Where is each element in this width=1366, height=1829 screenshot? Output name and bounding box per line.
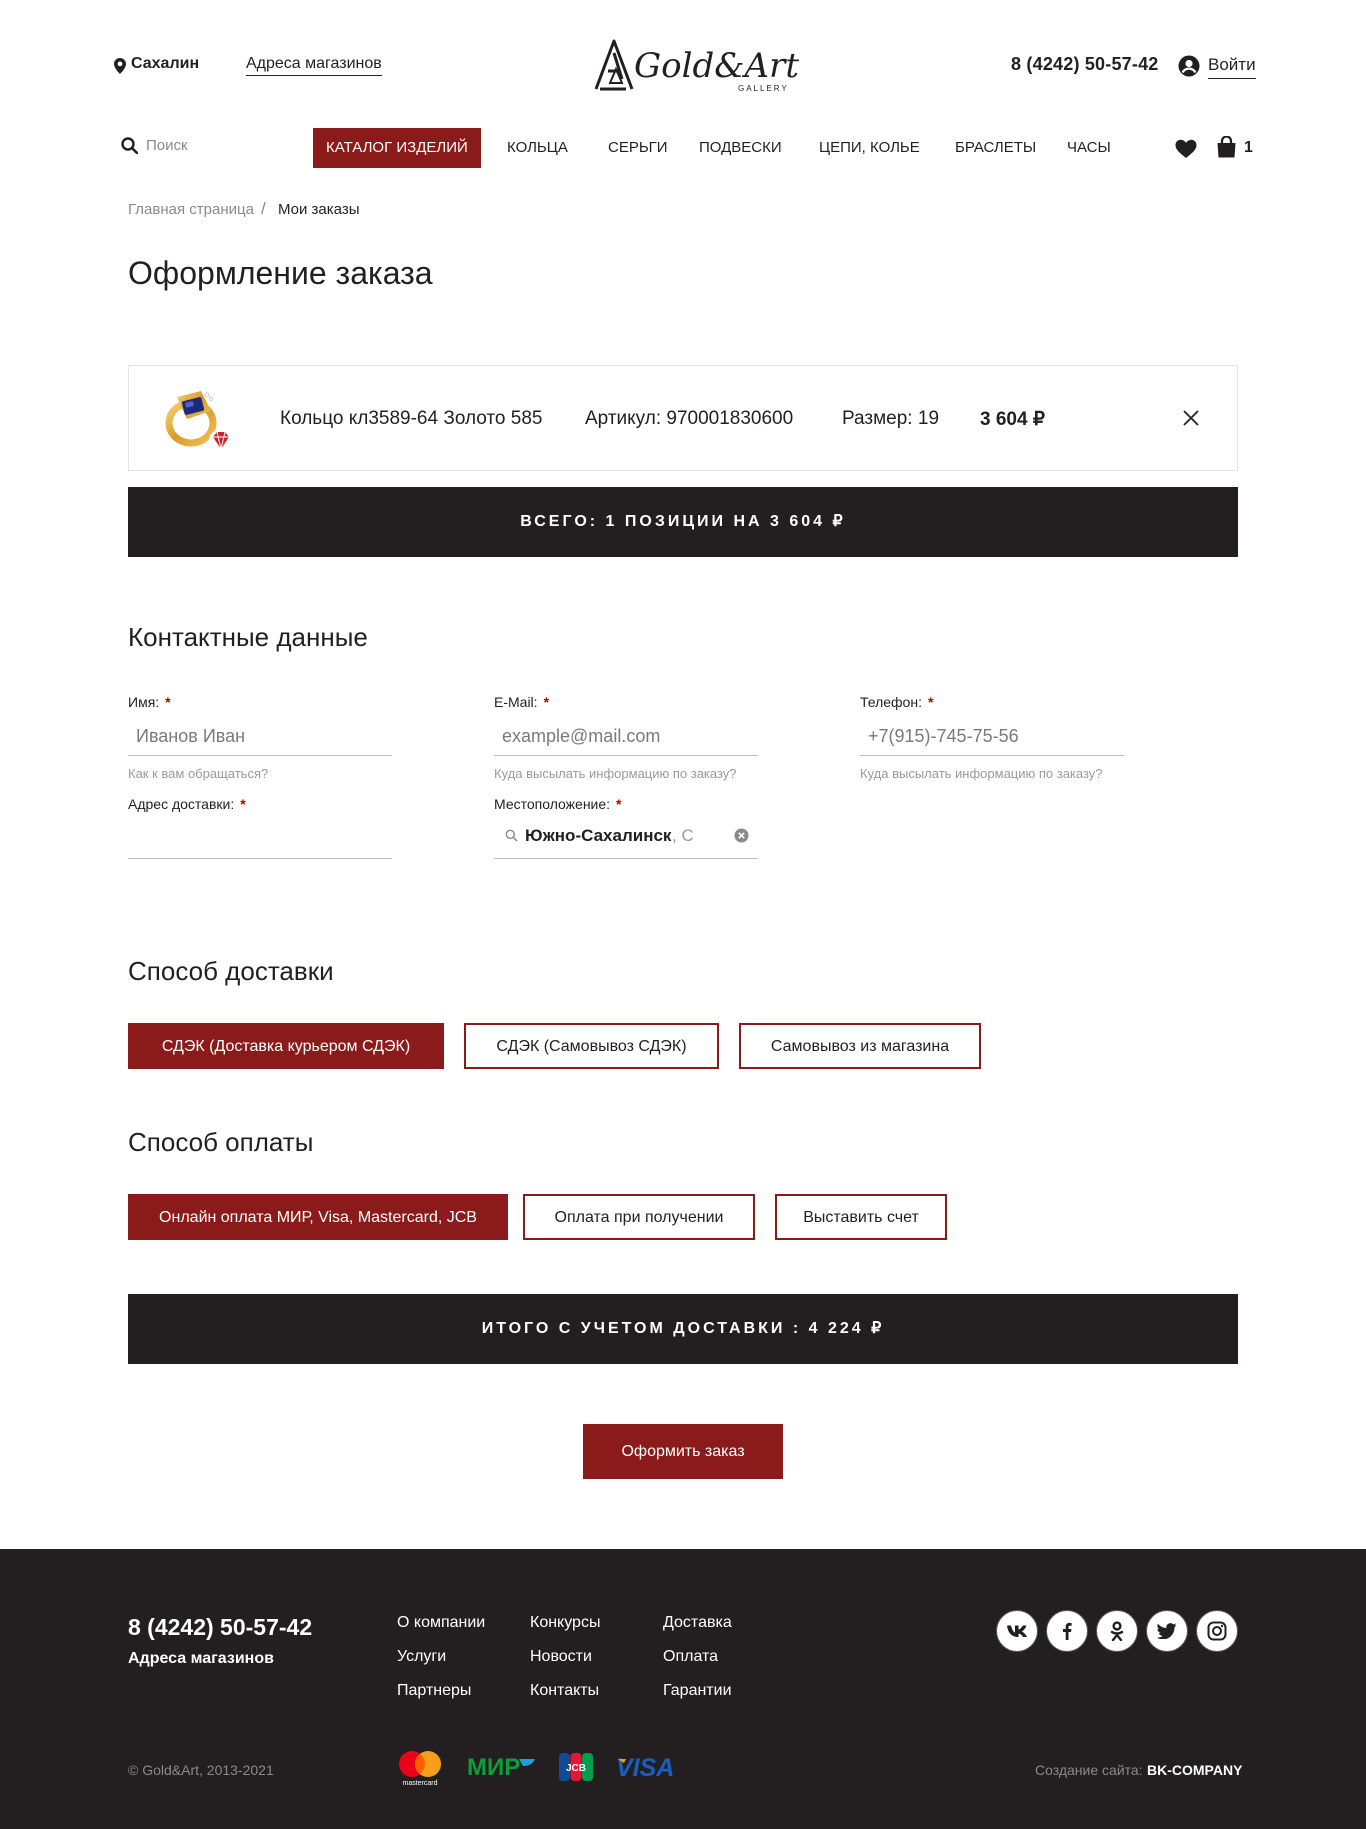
search-icon xyxy=(505,829,518,842)
name-label: Имя: * xyxy=(128,694,171,710)
email-field[interactable] xyxy=(494,718,758,756)
shopping-bag-icon[interactable] xyxy=(1216,136,1237,158)
footer-link-warranty[interactable]: Гарантии xyxy=(663,1682,732,1700)
vk-icon[interactable] xyxy=(996,1610,1038,1652)
copyright: © Gold&Art, 2013-2021 xyxy=(128,1762,274,1778)
name-field[interactable] xyxy=(128,718,392,756)
footer-link-contests[interactable]: Конкурсы xyxy=(530,1614,600,1632)
svg-text:Gold&Art: Gold&Art xyxy=(634,46,799,86)
footer-link-partners[interactable]: Партнеры xyxy=(397,1682,471,1700)
close-icon[interactable] xyxy=(1182,409,1200,427)
stores-link[interactable]: Адреса магазинов xyxy=(246,55,382,76)
contacts-title: Контактные данные xyxy=(128,622,368,652)
svg-text:МИР: МИР xyxy=(467,1755,520,1779)
svg-text:VISA: VISA xyxy=(616,1755,674,1779)
nav-pendants[interactable]: ПОДВЕСКИ xyxy=(699,128,782,168)
footer-link-payment[interactable]: Оплата xyxy=(663,1648,718,1666)
delivery-title: Способ доставки xyxy=(128,956,334,986)
delivery-option-store-pickup[interactable]: Самовывоз из магазина xyxy=(739,1023,981,1069)
search-input[interactable] xyxy=(146,137,296,154)
payment-title: Способ оплаты xyxy=(128,1127,314,1157)
clear-icon[interactable] xyxy=(734,828,749,843)
breadcrumb-separator: / xyxy=(261,199,266,218)
phone-field[interactable] xyxy=(860,718,1124,756)
svg-text:JCB: JCB xyxy=(566,1763,586,1774)
item-size-value: 19 xyxy=(917,408,940,429)
odnoklassniki-icon[interactable] xyxy=(1096,1610,1138,1652)
cart-count: 1 xyxy=(1244,139,1253,156)
email-hint: Куда высылать информацию по заказу? xyxy=(494,766,737,781)
cart-total-bar: ВСЕГО: 1 ПОЗИЦИИ НА 3 604 ₽ xyxy=(128,487,1238,557)
visa-logo: VISA xyxy=(616,1755,674,1779)
svg-text:GALLERY: GALLERY xyxy=(738,84,789,93)
header-phone[interactable]: 8 (4242) 50-57-42 xyxy=(1011,54,1159,75)
nav-earrings[interactable]: СЕРЬГИ xyxy=(608,128,668,168)
city-selector[interactable]: Сахалин xyxy=(131,55,199,73)
footer-stores-link[interactable]: Адреса магазинов xyxy=(128,1650,274,1668)
developer-link[interactable]: BK-COMPANY xyxy=(1147,1762,1242,1778)
item-sku: Артикул: 970001830600 xyxy=(585,408,794,429)
footer-link-contacts[interactable]: Контакты xyxy=(530,1682,599,1700)
delivery-option-pickup-point[interactable]: СДЭК (Самовывоз СДЭК) xyxy=(464,1023,719,1069)
address-field[interactable] xyxy=(128,821,392,859)
location-value-hint: , С xyxy=(672,826,694,845)
nav-rings[interactable]: КОЛЬЦА xyxy=(507,128,568,168)
gold-art-logo[interactable]: Gold&Art GALLERY xyxy=(588,33,808,95)
instagram-icon[interactable] xyxy=(1196,1610,1238,1652)
location-pin-icon xyxy=(114,58,126,74)
mastercard-logo: mastercard xyxy=(399,1751,441,1787)
item-size: Размер: 19 xyxy=(842,408,939,430)
search-icon[interactable] xyxy=(121,137,138,154)
delivery-option-courier[interactable]: СДЭК (Доставка курьером СДЭК) xyxy=(128,1023,444,1069)
nav-bracelets[interactable]: БРАСЛЕТЫ xyxy=(955,128,1036,168)
facebook-icon[interactable] xyxy=(1046,1610,1088,1652)
nav-catalog[interactable]: КАТАЛОГ ИЗДЕЛИЙ xyxy=(313,128,481,168)
location-label: Местоположение: * xyxy=(494,796,622,812)
location-value: Южно-Сахалинск xyxy=(525,826,672,845)
login-link[interactable]: Войти xyxy=(1208,55,1256,79)
breadcrumb-current: Мои заказы xyxy=(278,201,360,218)
item-name[interactable]: Кольцо кл3589-64 Золото 585 xyxy=(280,408,542,430)
place-order-button[interactable]: Оформить заказ xyxy=(583,1424,783,1479)
phone-hint: Куда высылать информацию по заказу? xyxy=(860,766,1103,781)
nav-chains[interactable]: ЦЕПИ, КОЛЬЕ xyxy=(819,128,920,168)
payment-option-on-delivery[interactable]: Оплата при получении xyxy=(523,1194,755,1240)
email-label: E-Mail: * xyxy=(494,694,550,710)
user-icon[interactable] xyxy=(1178,55,1200,77)
name-hint: Как к вам обращаться? xyxy=(128,766,269,781)
grand-total-bar: ИТОГО С УЧЕТОМ ДОСТАВКИ : 4 224 ₽ xyxy=(128,1294,1238,1364)
footer-link-about[interactable]: О компании xyxy=(397,1614,485,1632)
item-size-label: Размер: xyxy=(842,408,913,429)
developer-label: Создание сайта: xyxy=(1035,1762,1143,1778)
svg-text:mastercard: mastercard xyxy=(402,1780,437,1787)
footer-link-services[interactable]: Услуги xyxy=(397,1648,446,1666)
phone-label: Телефон: * xyxy=(860,694,934,710)
payment-option-online[interactable]: Онлайн оплата МИР, Visa, Mastercard, JCB xyxy=(128,1194,508,1240)
breadcrumb-home[interactable]: Главная страница xyxy=(128,201,254,218)
page-title: Оформление заказа xyxy=(128,255,433,291)
item-price: 3 604 ₽ xyxy=(980,409,1045,430)
twitter-icon[interactable] xyxy=(1146,1610,1188,1652)
heart-icon[interactable] xyxy=(1175,139,1197,159)
footer-link-delivery[interactable]: Доставка xyxy=(663,1614,732,1632)
footer-link-news[interactable]: Новости xyxy=(530,1648,592,1666)
ring-product-image[interactable] xyxy=(157,377,237,457)
mir-logo: МИР xyxy=(467,1755,535,1779)
jcb-logo: JCB xyxy=(559,1753,593,1781)
address-label: Адрес доставки: * xyxy=(128,796,246,812)
footer-phone[interactable]: 8 (4242) 50-57-42 xyxy=(128,1614,312,1641)
payment-option-invoice[interactable]: Выставить счет xyxy=(775,1194,947,1240)
nav-watches[interactable]: ЧАСЫ xyxy=(1067,128,1111,168)
